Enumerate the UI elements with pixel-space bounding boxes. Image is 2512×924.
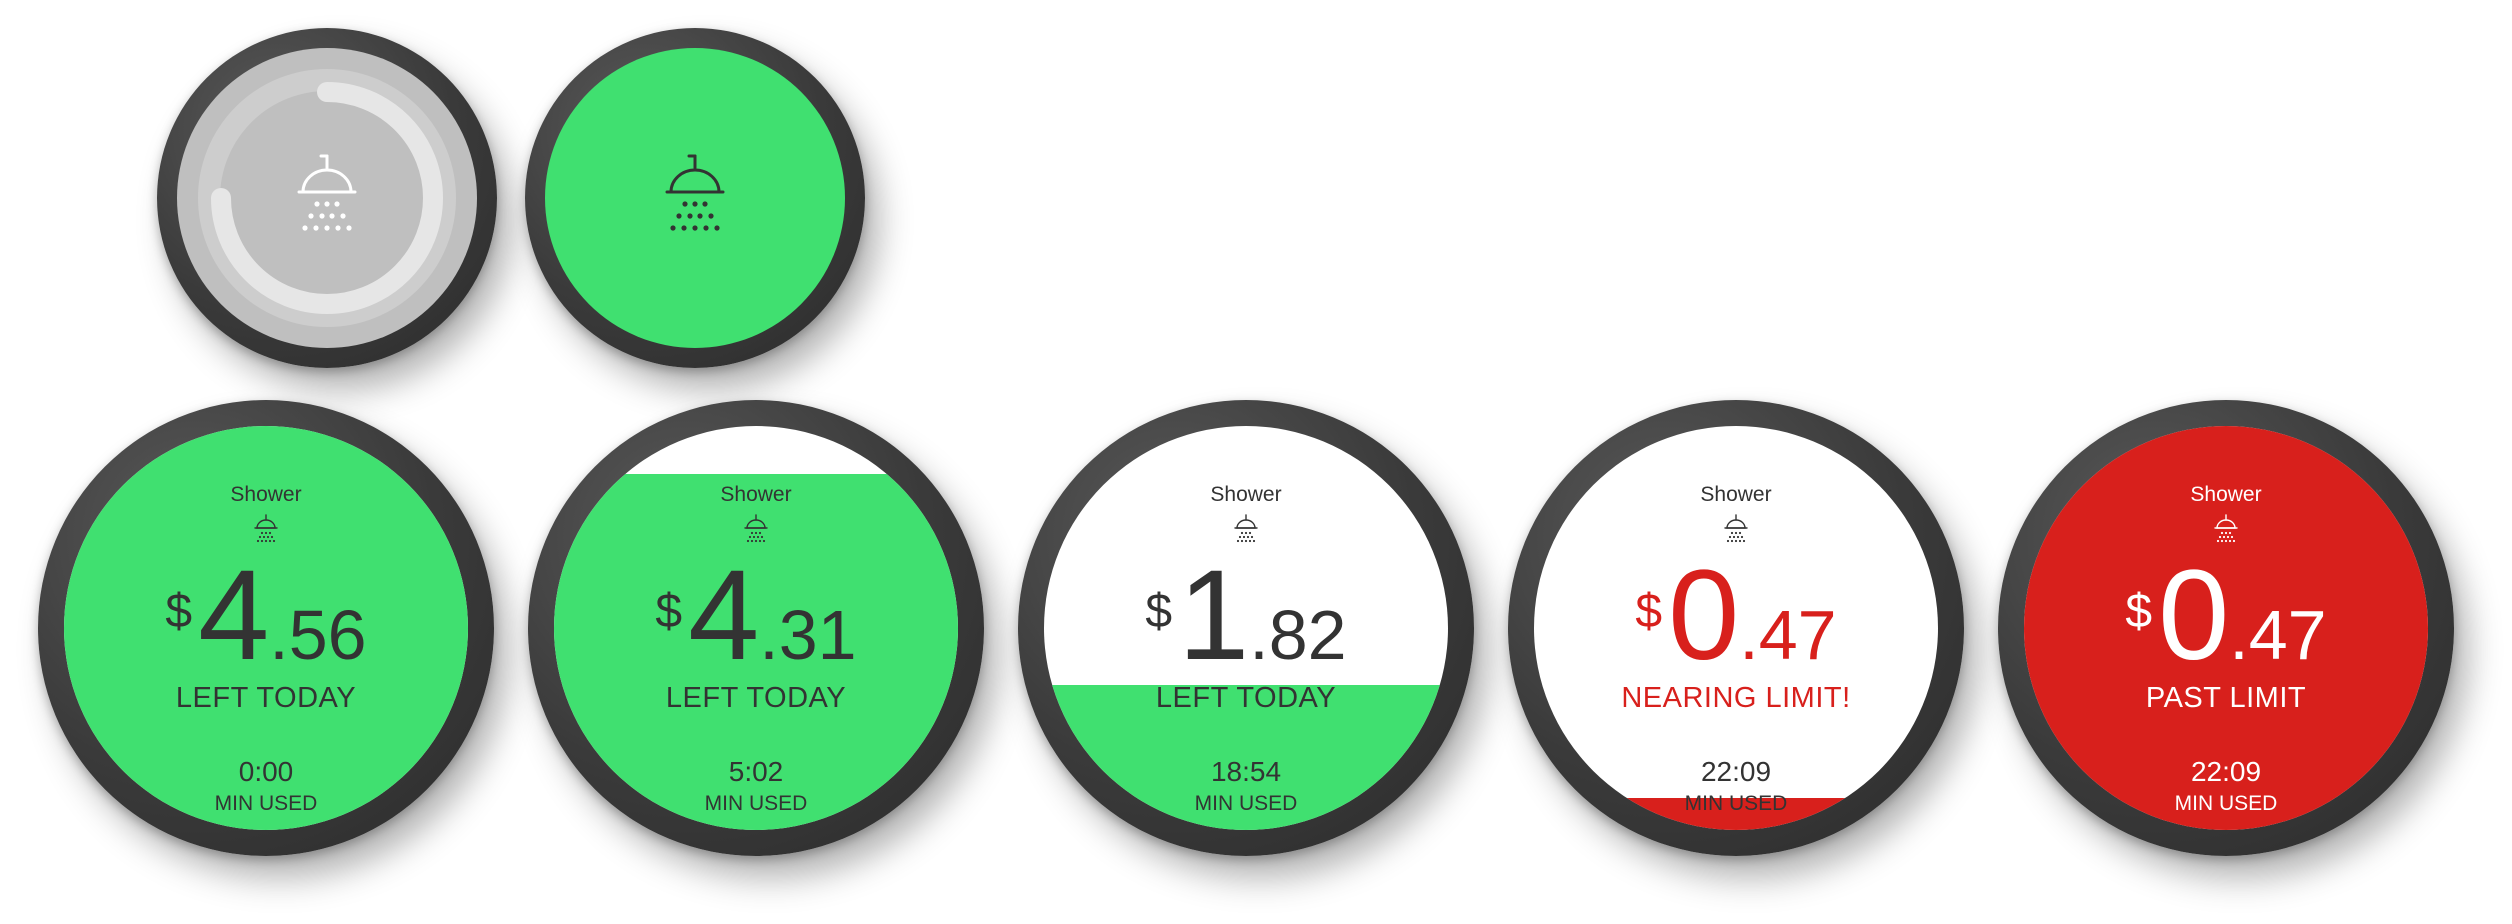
watch-face[interactable]: Shower $0.47 PAST LIMIT 22:09 MIN USED xyxy=(2024,426,2428,830)
amount-dollars: 4 xyxy=(198,544,270,687)
status-text: PAST LIMIT xyxy=(2145,682,2307,714)
shower-head-icon xyxy=(1234,514,1258,543)
watch-face[interactable]: Shower $0.47 NEARING LIMIT! 22:09 MIN US… xyxy=(1534,426,1938,830)
watch-face[interactable]: Shower $4.31 LEFT TODAY 5:02 MIN USED xyxy=(554,426,958,830)
watch-screen-3: Shower $1.82 LEFT TODAY 18:54 MIN USED xyxy=(1018,400,1474,856)
time-used: 0:00 xyxy=(238,756,294,787)
status-text: LEFT TODAY xyxy=(175,682,357,714)
time-used-label: MIN USED xyxy=(214,792,318,815)
time-used-label: MIN USED xyxy=(2174,792,2278,815)
watch-screen-2: Shower $4.31 LEFT TODAY 5:02 MIN USED xyxy=(528,400,984,856)
shower-head-icon xyxy=(665,154,725,231)
watch-face[interactable]: Shower $1.82 LEFT TODAY 18:54 MIN USED xyxy=(1044,426,1448,830)
amount-cents: .82 xyxy=(1249,596,1347,674)
shower-head-icon xyxy=(297,154,357,231)
currency-symbol: $ xyxy=(1635,585,1663,638)
currency-symbol: $ xyxy=(1145,585,1173,638)
amount-cents: .47 xyxy=(1739,596,1837,674)
currency-symbol: $ xyxy=(655,585,683,638)
status-text: LEFT TODAY xyxy=(665,682,847,714)
app-title: Shower xyxy=(1210,483,1282,506)
amount-left: $1.82 xyxy=(1044,552,1448,680)
amount-cents: .56 xyxy=(269,596,367,674)
shower-head-icon xyxy=(2214,514,2238,543)
amount-cents: .31 xyxy=(759,596,857,674)
watch-screen-1: Shower $4.56 LEFT TODAY 0:00 MIN USED xyxy=(38,400,494,856)
currency-symbol: $ xyxy=(2125,585,2153,638)
time-used: 22:09 xyxy=(1700,756,1772,787)
amount-dollars: 0 xyxy=(2158,544,2230,687)
shower-head-icon xyxy=(254,514,278,543)
amount-left: $4.56 xyxy=(64,552,468,680)
time-used-label: MIN USED xyxy=(704,792,808,815)
shower-head-icon xyxy=(1724,514,1748,543)
time-used: 18:54 xyxy=(1210,756,1282,787)
time-used: 5:02 xyxy=(728,756,784,787)
app-title: Shower xyxy=(1700,483,1772,506)
amount-dollars: 0 xyxy=(1668,544,1740,687)
status-text: LEFT TODAY xyxy=(1155,682,1337,714)
watch-screen-4: Shower $0.47 NEARING LIMIT! 22:09 MIN US… xyxy=(1508,400,1964,856)
amount-left: $0.47 xyxy=(2024,552,2428,680)
watch-face[interactable]: Shower $4.56 LEFT TODAY 0:00 MIN USED xyxy=(64,426,468,830)
watch-face-loading[interactable] xyxy=(177,48,477,348)
watch-screen-5: Shower $0.47 PAST LIMIT 22:09 MIN USED xyxy=(1998,400,2454,856)
time-used-label: MIN USED xyxy=(1194,792,1298,815)
shower-head-icon xyxy=(744,514,768,543)
status-text: NEARING LIMIT! xyxy=(1621,682,1851,714)
app-title: Shower xyxy=(720,483,792,506)
amount-left: $4.31 xyxy=(554,552,958,680)
amount-left: $0.47 xyxy=(1534,552,1938,680)
watch-launch-ready xyxy=(525,28,865,368)
time-used-label: MIN USED xyxy=(1684,792,1788,815)
app-title: Shower xyxy=(230,483,302,506)
time-used: 22:09 xyxy=(2190,756,2262,787)
amount-dollars: 1 xyxy=(1178,544,1250,687)
watch-launch-loading xyxy=(157,28,497,368)
app-title: Shower xyxy=(2190,483,2262,506)
watch-face-ready[interactable] xyxy=(545,48,845,348)
currency-symbol: $ xyxy=(165,585,193,638)
amount-cents: .47 xyxy=(2229,596,2327,674)
amount-dollars: 4 xyxy=(688,544,760,687)
